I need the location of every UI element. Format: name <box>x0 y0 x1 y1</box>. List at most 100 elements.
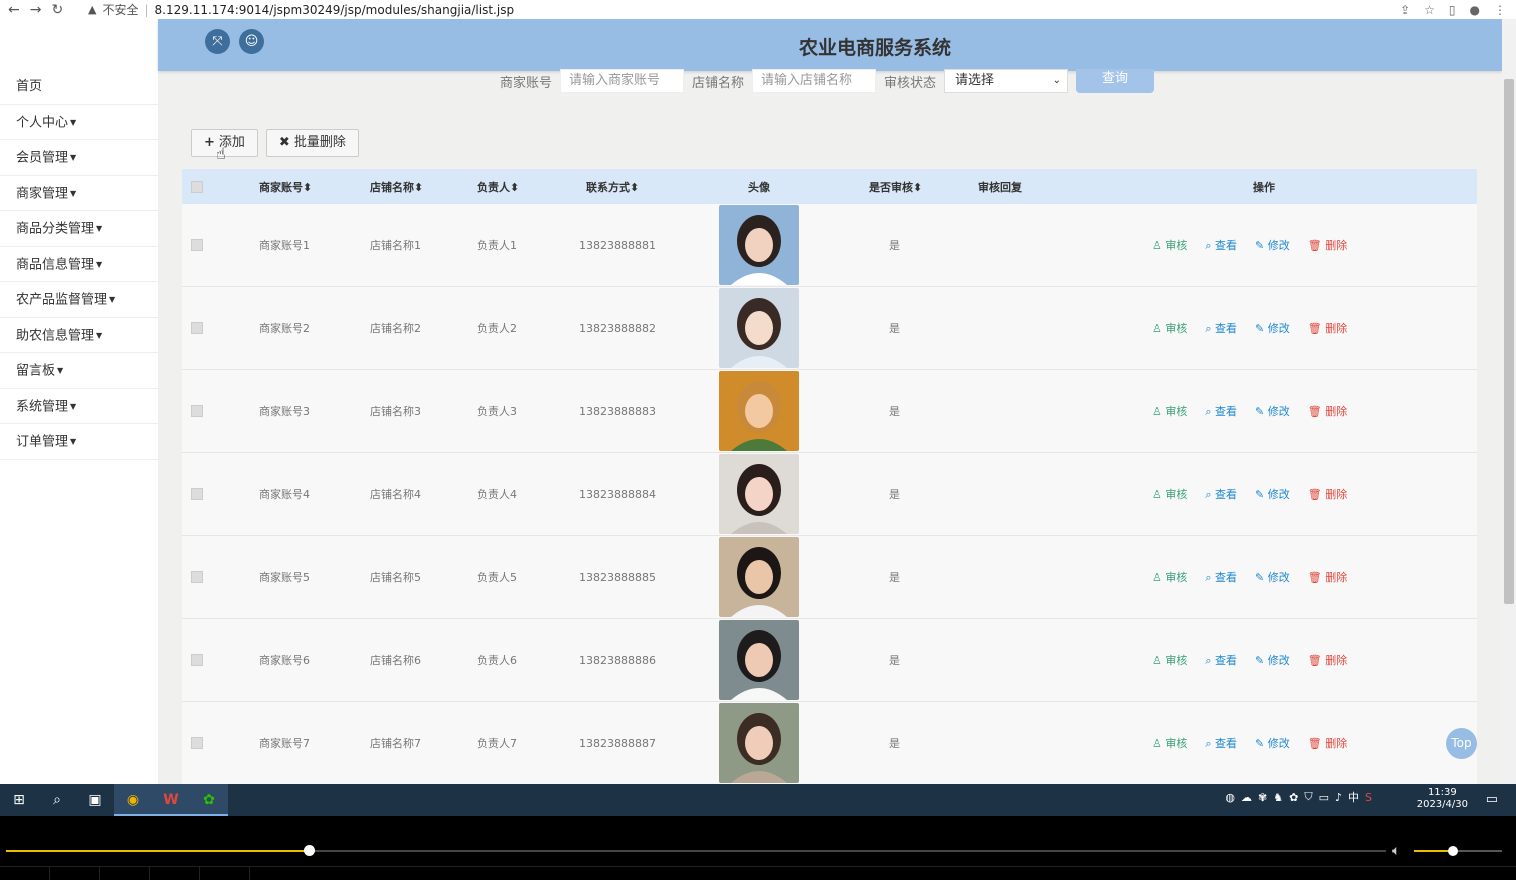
notification-icon[interactable]: ▭ <box>1486 792 1498 807</box>
star-icon[interactable]: ☆ <box>1424 3 1435 17</box>
back-to-top-button[interactable]: Top <box>1446 728 1477 759</box>
volume-handle[interactable] <box>1448 846 1458 856</box>
sidebar-item[interactable]: 留言板 ▼ <box>0 353 158 389</box>
search-icon: ⌕ <box>1205 654 1212 667</box>
view-button[interactable]: ⌕ 查看 <box>1205 569 1237 585</box>
sidebar-item[interactable]: 商家管理 ▼ <box>0 176 158 211</box>
delete-button[interactable]: 🗑︎ 删除 <box>1308 735 1347 751</box>
delete-button[interactable]: 🗑︎ 删除 <box>1308 320 1347 336</box>
caret-down-icon: ▼ <box>57 366 64 375</box>
sidebar-item[interactable]: 农产品监督管理 ▼ <box>0 282 158 318</box>
row-checkbox[interactable] <box>191 488 203 500</box>
task-view-icon[interactable]: ▣ <box>76 784 114 816</box>
table-row: 商家账号7 店铺名称7 负责人7 13823888887 是 ♙ 审核 ⌕ 查看 ✎ 修改 🗑︎… <box>182 702 1477 784</box>
sidebar-item[interactable]: 订单管理 ▼ <box>0 424 158 460</box>
row-checkbox[interactable] <box>191 405 203 417</box>
view-button[interactable]: ⌕ 查看 <box>1205 320 1237 336</box>
shield-icon[interactable]: ⛉ <box>1304 790 1312 804</box>
review-button[interactable]: ♙ 审核 <box>1152 237 1187 253</box>
delete-button[interactable]: 🗑︎ 删除 <box>1308 237 1347 253</box>
row-checkbox[interactable] <box>191 737 203 749</box>
url-text[interactable]: 8.129.11.174:9014/jspm30249/jsp/modules/… <box>155 3 515 17</box>
sidebar-item[interactable]: 首页 <box>0 69 158 105</box>
header-contact[interactable]: 联系方式⬍ <box>586 179 639 195</box>
sidebar-item[interactable]: 会员管理 ▼ <box>0 140 158 176</box>
view-button[interactable]: ⌕ 查看 <box>1205 735 1237 751</box>
search-icon[interactable]: ⌕ <box>38 784 76 816</box>
edit-button[interactable]: ✎ 修改 <box>1255 652 1290 668</box>
view-button[interactable]: ⌕ 查看 <box>1205 237 1237 253</box>
antivirus-icon[interactable]: S <box>1365 791 1372 804</box>
ime-indicator[interactable]: 中 <box>1348 789 1359 805</box>
header-shop[interactable]: 店铺名称⬍ <box>370 179 423 195</box>
speaker-icon[interactable]: 🔈︎ <box>1392 843 1400 859</box>
view-button[interactable]: ⌕ 查看 <box>1205 652 1237 668</box>
sidebar-item[interactable]: 商品信息管理 ▼ <box>0 247 158 282</box>
qq-icon[interactable]: ♞ <box>1273 791 1283 804</box>
sidebar-item-label: 商品信息管理 <box>16 256 95 272</box>
cloud-icon[interactable]: ☁ <box>1241 791 1252 804</box>
select-all-checkbox[interactable] <box>191 180 203 193</box>
edit-button[interactable]: ✎ 修改 <box>1255 403 1290 419</box>
row-checkbox[interactable] <box>191 322 203 334</box>
scrollbar-thumb[interactable] <box>1504 79 1514 604</box>
network-icon[interactable]: ▭ <box>1319 791 1329 804</box>
back-icon[interactable]: ← <box>8 2 20 18</box>
address-bar[interactable]: ▲ 不安全 | 8.129.11.174:9014/jspm30249/jsp/… <box>88 1 1400 18</box>
review-button[interactable]: ♙ 审核 <box>1152 652 1187 668</box>
seek-handle[interactable] <box>304 845 315 856</box>
delete-button[interactable]: 🗑︎ 删除 <box>1308 486 1347 502</box>
query-button[interactable]: 查询 <box>1076 69 1155 93</box>
edit-button[interactable]: ✎ 修改 <box>1255 486 1290 502</box>
review-button[interactable]: ♙ 审核 <box>1152 569 1187 585</box>
sidebar-item-label: 个人中心 <box>16 114 69 130</box>
sidebar-item[interactable]: 个人中心 ▼ <box>0 105 158 140</box>
sidebar-item[interactable]: 商品分类管理 ▼ <box>0 211 158 247</box>
sidebar-item[interactable]: 助农信息管理 ▼ <box>0 318 158 353</box>
volume-icon[interactable]: ♪ <box>1335 791 1342 804</box>
scrollbar[interactable] <box>1502 19 1516 784</box>
delete-button[interactable]: 🗑︎ 删除 <box>1308 569 1347 585</box>
header-reviewed[interactable]: 是否审核⬍ <box>869 179 922 195</box>
delete-button[interactable]: 🗑︎ 删除 <box>1308 652 1347 668</box>
view-button[interactable]: ⌕ 查看 <box>1205 403 1237 419</box>
wps-icon[interactable]: W <box>152 784 190 816</box>
forward-icon[interactable]: → <box>30 2 42 18</box>
delete-button[interactable]: 🗑︎ 删除 <box>1308 403 1347 419</box>
wechat-icon[interactable]: ✿ <box>190 784 228 816</box>
cell-shop: 店铺名称6 <box>370 654 421 667</box>
header-account[interactable]: 商家账号⬍ <box>259 179 312 195</box>
account-input[interactable]: 请输入商家账号 <box>560 69 685 93</box>
edit-button[interactable]: ✎ 修改 <box>1255 320 1290 336</box>
cell-owner: 负责人6 <box>477 654 517 667</box>
status-select[interactable]: 请选择 ⌄ <box>944 69 1069 93</box>
sidebar-item[interactable]: 系统管理 ▼ <box>0 389 158 424</box>
edit-button[interactable]: ✎ 修改 <box>1255 569 1290 585</box>
chrome-icon[interactable]: ◉ <box>114 784 152 816</box>
clock[interactable]: 11:39 2023/4/30 <box>1417 787 1468 811</box>
profile-icon[interactable]: ● <box>1470 3 1480 17</box>
menu-icon[interactable]: ⋮ <box>1494 3 1506 17</box>
sidepanel-icon[interactable]: ▯ <box>1449 3 1456 17</box>
row-checkbox[interactable] <box>191 654 203 666</box>
edit-button[interactable]: ✎ 修改 <box>1255 237 1290 253</box>
review-button[interactable]: ♙ 审核 <box>1152 486 1187 502</box>
review-button[interactable]: ♙ 审核 <box>1152 403 1187 419</box>
shop-input[interactable]: 请输入店铺名称 <box>752 69 877 93</box>
row-checkbox[interactable] <box>191 239 203 251</box>
view-button[interactable]: ⌕ 查看 <box>1205 486 1237 502</box>
wechat-tray-icon[interactable]: ✿ <box>1289 791 1298 804</box>
row-checkbox[interactable] <box>191 571 203 583</box>
reload-icon[interactable]: ↻ <box>51 2 63 18</box>
edit-button[interactable]: ✎ 修改 <box>1255 735 1290 751</box>
tray-app-icon[interactable]: ✾ <box>1258 791 1267 804</box>
trash-icon: 🗑︎ <box>1307 405 1322 418</box>
tray-app-icon[interactable]: ◍ <box>1225 791 1235 804</box>
windows-start-icon[interactable]: ⊞ <box>0 784 38 816</box>
review-button[interactable]: ♙ 审核 <box>1152 320 1187 336</box>
batch-delete-button[interactable]: ✖ 批量删除 <box>265 129 359 157</box>
search-icon: ⌕ <box>1205 488 1212 501</box>
header-owner[interactable]: 负责人⬍ <box>477 179 519 195</box>
share-icon[interactable]: ⇪ <box>1400 3 1410 17</box>
review-button[interactable]: ♙ 审核 <box>1152 735 1187 751</box>
